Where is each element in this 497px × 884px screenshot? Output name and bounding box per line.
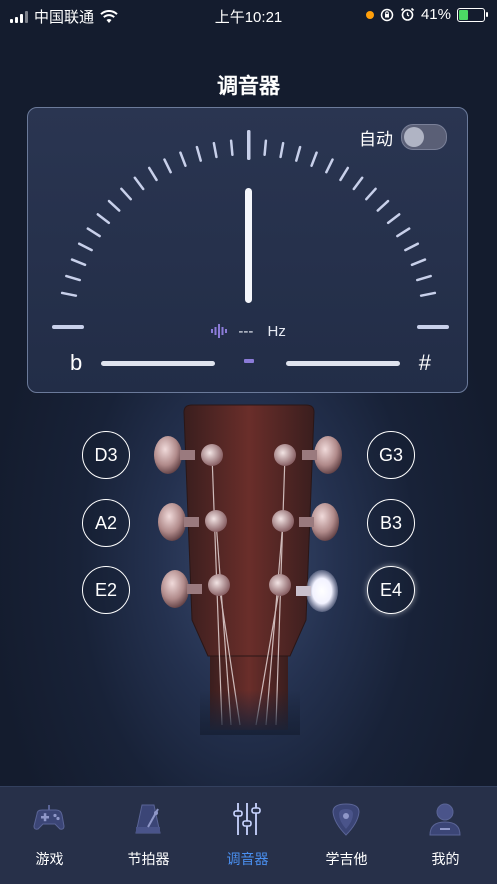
tuning-pegs: [154, 436, 342, 612]
gauge-tick: [339, 166, 350, 182]
tuning-gauge: [52, 130, 449, 366]
tab-tuner-label: 调音器: [226, 851, 269, 867]
frequency-value: ---: [238, 323, 254, 340]
bottom-tab-bar: 游戏 节拍器 调音器 学吉他 我的: [0, 786, 497, 884]
gauge-tick: [263, 139, 268, 156]
string-e4-button[interactable]: E4: [367, 566, 415, 614]
flat-deviation-bar: [101, 361, 215, 366]
guitar-pick-icon: [332, 803, 360, 836]
gauge-tick: [310, 151, 318, 167]
gauge-tick: [212, 141, 218, 159]
flat-symbol: b: [70, 350, 83, 375]
gauge-tick: [133, 176, 145, 191]
gauge-tick: [77, 242, 93, 252]
alarm-clock-icon: [400, 7, 415, 21]
gauge-tick: [229, 139, 234, 156]
tab-profile[interactable]: 我的: [396, 787, 495, 884]
metronome-icon: [135, 804, 161, 834]
gauge-tick: [163, 158, 172, 174]
tab-learn-guitar[interactable]: 学吉他: [297, 787, 396, 884]
tuner-panel: 自动 --- Hz b #: [27, 107, 468, 393]
mic-in-use-dot-icon: [365, 10, 374, 19]
tab-metronome-label: 节拍器: [127, 851, 170, 867]
tab-learn-guitar-label: 学吉他: [325, 851, 368, 867]
string-e2-button[interactable]: E2: [82, 566, 130, 614]
battery-level-fill: [459, 9, 469, 20]
gauge-tick: [404, 242, 420, 252]
rotation-lock-icon: [380, 8, 394, 21]
gauge-tick: [410, 258, 427, 267]
tab-games-label: 游戏: [35, 851, 64, 867]
gauge-tick: [147, 166, 158, 182]
gauge-tick: [279, 141, 285, 159]
carrier-name: 中国联通: [34, 9, 95, 26]
gauge-tick: [179, 151, 187, 167]
gauge-tick: [65, 274, 81, 282]
wifi-icon: [100, 9, 118, 23]
status-bar-right: 41%: [365, 6, 488, 23]
sharp-deviation-bar: [286, 361, 400, 366]
gauge-tick: [195, 145, 202, 162]
tab-tuner[interactable]: 调音器: [198, 787, 297, 884]
profile-icon: [429, 803, 461, 836]
gauge-tick: [396, 227, 411, 238]
center-deviation-marker: [244, 359, 254, 363]
gauge-tick: [352, 176, 364, 191]
string-a2-button[interactable]: A2: [82, 499, 130, 547]
frequency-unit: Hz: [267, 323, 286, 340]
gauge-tick: [86, 227, 101, 238]
auto-mode-label: 自动: [359, 129, 393, 149]
cellular-signal-icon: [10, 10, 28, 23]
status-bar: 中国联通 上午10:21 41%: [0, 0, 497, 30]
sound-wave-icon: [211, 323, 230, 340]
auto-mode-control: 自动: [359, 124, 447, 150]
gauge-tick: [60, 291, 78, 297]
gauge-tick: [386, 213, 401, 225]
auto-mode-toggle[interactable]: [401, 124, 447, 150]
string-b3-button[interactable]: B3: [367, 499, 415, 547]
tab-profile-label: 我的: [431, 851, 460, 867]
gauge-tick: [295, 145, 302, 162]
page-title: 调音器: [217, 75, 280, 98]
sharp-symbol: #: [418, 350, 431, 375]
gauge-tick: [120, 187, 132, 201]
string-g3-button[interactable]: G3: [367, 431, 415, 479]
tuner-sliders-icon: [233, 803, 261, 835]
string-posts: [201, 444, 296, 596]
gauge-tick: [419, 291, 437, 297]
gauge-tick: [325, 158, 334, 174]
gauge-tick: [376, 199, 390, 212]
gamepad-icon: [33, 805, 65, 830]
gauge-center-marker: [247, 130, 251, 160]
string-d3-button[interactable]: D3: [82, 431, 130, 479]
toggle-knob: [404, 127, 424, 147]
gauge-tick: [416, 274, 432, 282]
gauge-tick: [365, 187, 377, 201]
status-bar-left: 中国联通: [10, 6, 118, 27]
gauge-tick: [70, 258, 87, 267]
gauge-tick: [96, 213, 111, 225]
tab-games[interactable]: 游戏: [0, 787, 99, 884]
tuning-needle: [245, 188, 252, 303]
gauge-tick: [107, 199, 121, 212]
battery-percent: 41%: [420, 6, 451, 23]
battery-icon: [457, 7, 488, 22]
frequency-readout: --- Hz: [28, 323, 469, 340]
tab-metronome[interactable]: 节拍器: [99, 787, 198, 884]
